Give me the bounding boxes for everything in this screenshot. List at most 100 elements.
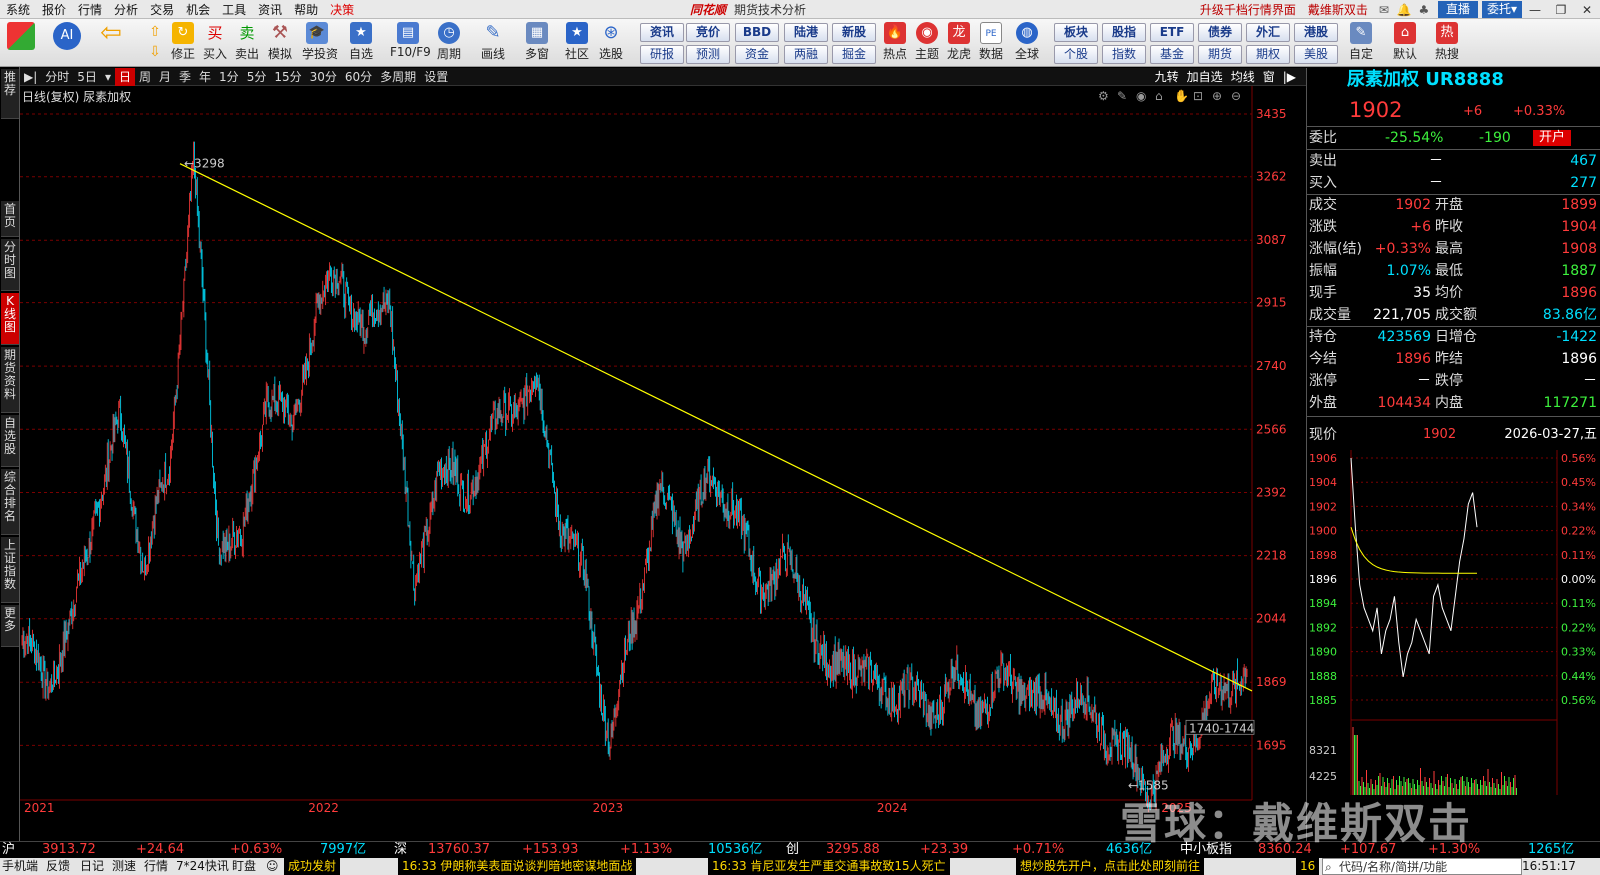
tool-community[interactable]: ★ 社区 xyxy=(562,22,592,66)
btn-funds[interactable]: 资金 xyxy=(735,45,779,64)
menu-market[interactable]: 行情 xyxy=(72,1,108,18)
status-feedback[interactable]: 反馈 xyxy=(46,858,70,875)
open-account-button[interactable]: 开户 xyxy=(1533,130,1572,146)
tab-5day[interactable]: 5日 xyxy=(73,68,101,86)
btn-research[interactable]: 研报 xyxy=(640,45,684,64)
tool-hotspot[interactable]: 🔥 热点 xyxy=(880,22,910,66)
btn-forex[interactable]: 外汇 xyxy=(1246,23,1290,42)
btn-bbd[interactable]: BBD xyxy=(735,23,779,42)
tab-weekly[interactable]: 周 xyxy=(135,68,155,86)
bell-icon[interactable]: 🔔 xyxy=(1394,3,1414,17)
nav-sh-index[interactable]: 上证指数 xyxy=(1,537,19,603)
tool-custom[interactable]: ✎ 自定 xyxy=(1346,22,1376,66)
btn-window[interactable]: 窗 xyxy=(1259,68,1279,86)
tool-dragon[interactable]: 龙龙虎 xyxy=(944,22,974,66)
trade-entrust-button[interactable]: 委托▾ xyxy=(1481,1,1522,18)
btn-stock[interactable]: 个股 xyxy=(1054,45,1098,64)
tool-stockpick[interactable]: ⊛ 选股 xyxy=(596,22,626,66)
tab-1min[interactable]: 1分 xyxy=(215,68,243,86)
btn-hk-stock[interactable]: 港股 xyxy=(1294,23,1338,42)
news-ticker-4[interactable]: 想炒股先开户，点击此处即刻前往 xyxy=(1016,858,1205,875)
btn-us-stock[interactable]: 美股 xyxy=(1294,45,1338,64)
menu-system[interactable]: 系统 xyxy=(0,1,36,18)
zoom-in-icon[interactable]: ⊕ xyxy=(1212,89,1222,103)
tab-multiperiod[interactable]: 多周期 xyxy=(376,68,420,86)
hand-icon[interactable]: ✋ xyxy=(1174,89,1189,103)
home-icon[interactable]: ⌂ xyxy=(1155,89,1163,103)
code-search-input[interactable]: ⌕ 代码/名称/简拼/功能 xyxy=(1322,858,1522,875)
btn-futures[interactable]: 期货 xyxy=(1198,45,1242,64)
btn-sector[interactable]: 板块 xyxy=(1054,23,1098,42)
user-name[interactable]: 戴维斯双击 xyxy=(1302,1,1374,18)
tool-f10[interactable]: ▤ F10/F9 xyxy=(390,22,431,66)
nav-intraday[interactable]: 分时图 xyxy=(1,239,19,291)
tool-watchlist[interactable]: ★ 自选 xyxy=(346,22,376,66)
tab-5day-dropdown-icon[interactable]: ▾ xyxy=(101,68,115,86)
btn-etf[interactable]: ETF xyxy=(1150,23,1194,42)
gear-icon[interactable]: ⚙ xyxy=(1098,89,1109,103)
tool-buy[interactable]: 买买入 xyxy=(200,22,230,66)
nav-watchlist[interactable]: 自选股 xyxy=(1,415,19,467)
news-ticker-5[interactable]: 16 xyxy=(1296,858,1320,875)
status-mobile[interactable]: 手机端 xyxy=(2,858,38,875)
up-down-button[interactable]: ⇧ ⇩ xyxy=(140,22,170,66)
tab-monthly[interactable]: 月 xyxy=(155,68,175,86)
tool-data[interactable]: PE 数据 xyxy=(976,22,1006,66)
live-button[interactable]: 直播 xyxy=(1437,1,1478,18)
ai-button[interactable]: AI xyxy=(52,22,82,66)
lock-icon[interactable]: ⊡ xyxy=(1193,89,1203,103)
menu-analysis[interactable]: 分析 xyxy=(108,1,144,18)
tool-period[interactable]: ◷ 周期 xyxy=(434,22,464,66)
skin-icon[interactable]: ♣ xyxy=(1414,3,1434,17)
menu-tools[interactable]: 工具 xyxy=(216,1,252,18)
btn-news[interactable]: 资讯 xyxy=(640,23,684,42)
btn-dig-gold[interactable]: 掘金 xyxy=(832,45,876,64)
sz-value[interactable]: 13760.37 xyxy=(428,842,490,858)
pen-icon[interactable]: ✎ xyxy=(1117,89,1127,103)
menu-news[interactable]: 资讯 xyxy=(252,1,288,18)
mail-icon[interactable]: ✉ xyxy=(1374,3,1394,17)
tab-yearly[interactable]: 年 xyxy=(195,68,215,86)
menu-opportunity[interactable]: 机会 xyxy=(180,1,216,18)
back-button[interactable]: ⇦ xyxy=(96,20,126,66)
nav-kline[interactable]: K线图 xyxy=(1,293,19,345)
tab-daily[interactable]: 日 xyxy=(114,67,135,86)
nav-recommend[interactable]: 推荐 xyxy=(1,69,19,119)
tab-intraday[interactable]: 分时 xyxy=(41,68,73,86)
status-diary[interactable]: 日记 xyxy=(80,858,104,875)
menu-quote[interactable]: 报价 xyxy=(36,1,72,18)
btn-fund[interactable]: 基金 xyxy=(1150,45,1194,64)
tool-fix[interactable]: ↻ 修正 xyxy=(168,22,198,66)
nav-futures-info[interactable]: 期货资料 xyxy=(1,347,19,413)
tool-default[interactable]: ⌂ 默认 xyxy=(1390,22,1420,66)
kline-chart[interactable]: 3435 3262 3087 2915 2740 2566 2392 2218 2044 1869… xyxy=(20,86,1306,819)
intraday-chart[interactable]: 1906 0.56% 1904 0.45% 1902 0.34% 1900 0.22% 1898… xyxy=(1307,450,1600,802)
menu-trade[interactable]: 交易 xyxy=(144,1,180,18)
tool-draw[interactable]: ✎ 画线 xyxy=(478,22,508,66)
chart-expand-icon[interactable]: ▶| xyxy=(20,68,41,86)
minimize-icon[interactable]: — xyxy=(1522,3,1548,17)
tab-quarterly[interactable]: 季 xyxy=(175,68,195,86)
btn-jiuzhuan[interactable]: 九转 xyxy=(1151,68,1183,86)
sh-value[interactable]: 3913.72 xyxy=(42,842,96,858)
tool-learn[interactable]: 🎓 学投资 xyxy=(302,22,338,66)
zoom-out-icon[interactable]: ⊖ xyxy=(1231,89,1241,103)
btn-add-watch[interactable]: 加自选 xyxy=(1183,68,1227,86)
menu-help[interactable]: 帮助 xyxy=(288,1,324,18)
btn-index-fut[interactable]: 股指 xyxy=(1102,23,1146,42)
close-icon[interactable]: ✕ xyxy=(1574,3,1600,17)
news-ticker-1[interactable]: 成功发射 xyxy=(284,858,341,875)
btn-ma[interactable]: 均线 xyxy=(1227,68,1259,86)
news-ticker-3[interactable]: 16:33 肯尼亚发生严重交通事故致15人死亡 xyxy=(708,858,950,875)
btn-hk-connect[interactable]: 陆港 xyxy=(784,23,828,42)
status-flash[interactable]: 7*24快讯 xyxy=(176,858,229,875)
status-watch[interactable]: 盯盘 xyxy=(232,858,256,875)
btn-bond[interactable]: 债券 xyxy=(1198,23,1242,42)
eye-icon[interactable]: ◉ xyxy=(1136,89,1146,103)
tab-60min[interactable]: 60分 xyxy=(341,68,376,86)
upgrade-link[interactable]: 升级千档行情界面 xyxy=(1194,1,1302,18)
nav-home[interactable]: 首页 xyxy=(1,201,19,237)
chart-collapse-icon[interactable]: |▶ xyxy=(1279,68,1300,86)
menu-decision[interactable]: 决策 xyxy=(324,1,360,18)
tool-global[interactable]: ◍ 全球 xyxy=(1012,22,1042,66)
